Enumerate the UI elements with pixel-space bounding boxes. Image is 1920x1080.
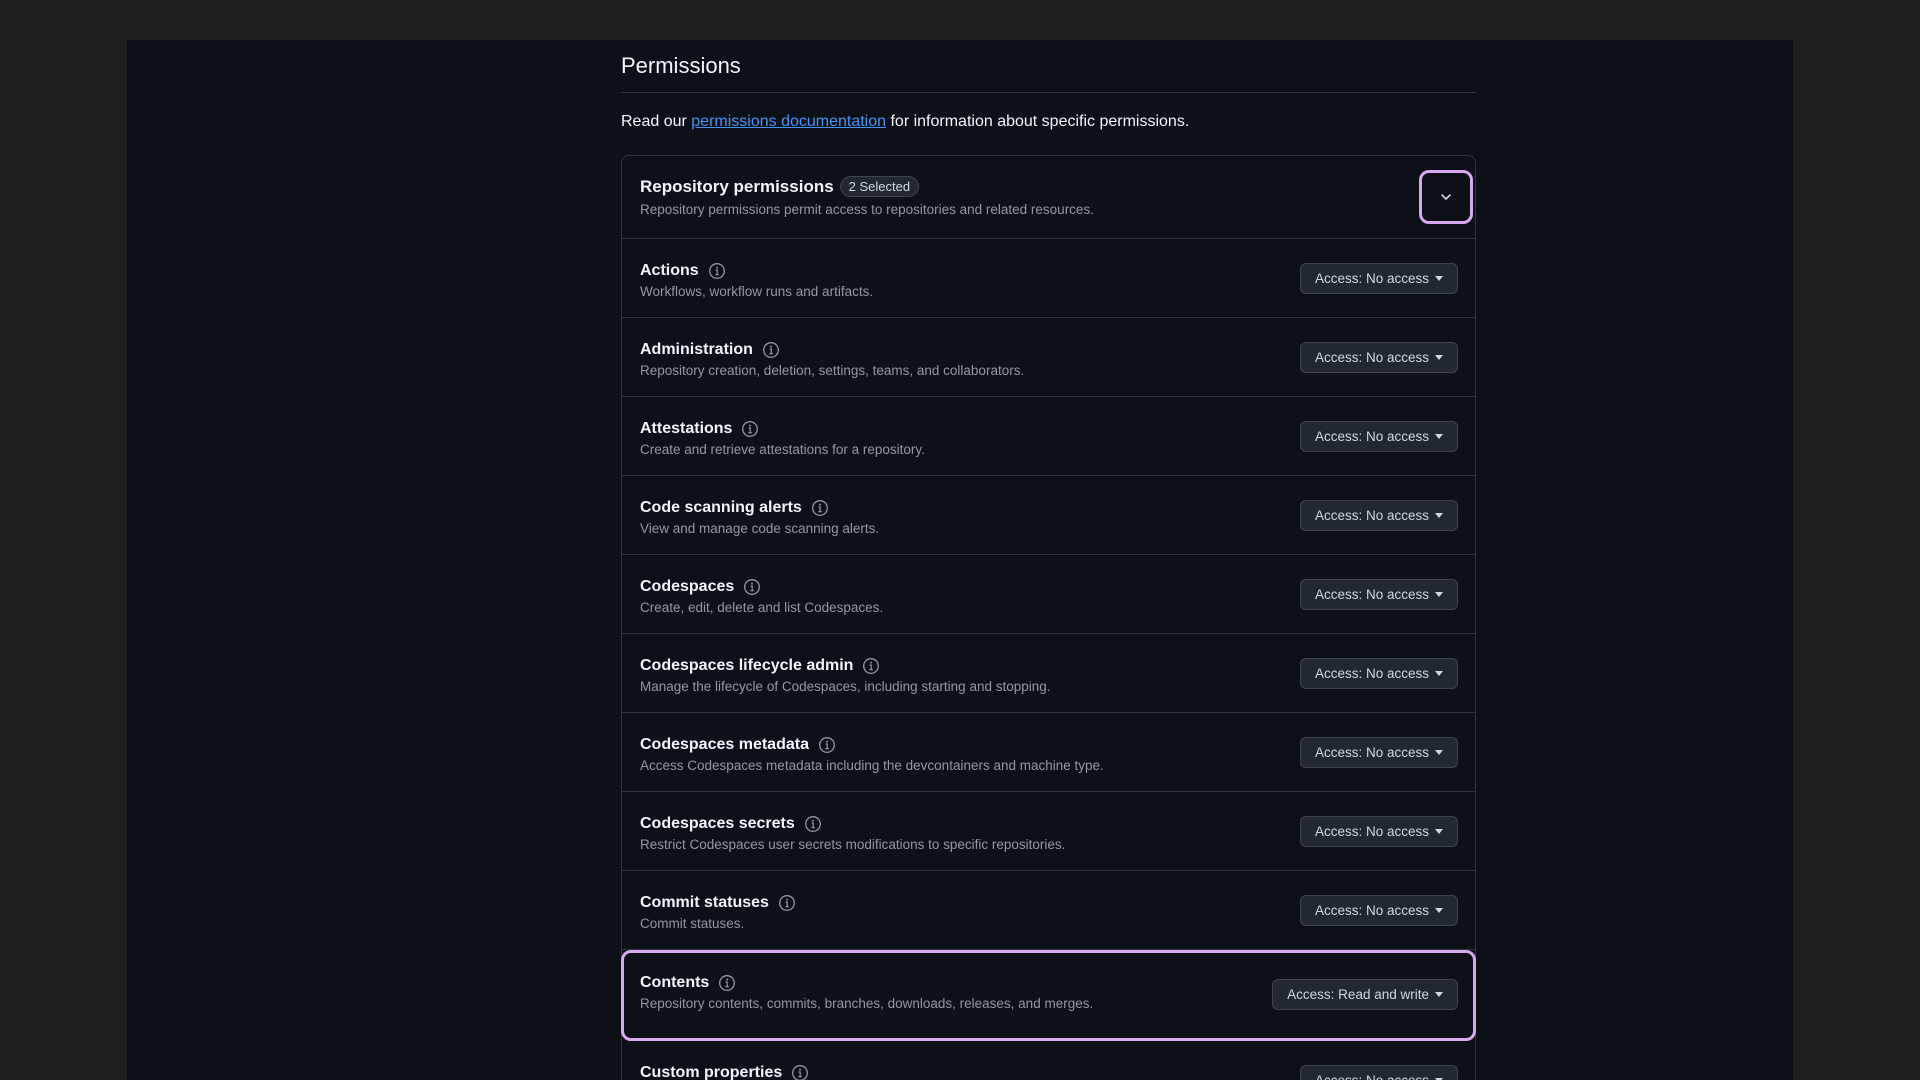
caret-down-icon <box>1435 592 1443 597</box>
permission-name: Custom properties <box>640 1064 783 1080</box>
info-icon[interactable] <box>818 736 836 754</box>
access-level-label: Access: Read and write <box>1287 987 1429 1002</box>
intro-suffix: for information about specific permissio… <box>886 113 1190 130</box>
permission-row: Codespaces secrets Restrict Codespaces us… <box>622 792 1475 871</box>
permission-row: Attestations Create and retrieve attestat… <box>622 397 1475 476</box>
intro-text: Read our permissions documentation for i… <box>621 113 1476 135</box>
permission-row: Custom properties Access: No access <box>622 1041 1475 1080</box>
info-icon[interactable] <box>718 974 736 992</box>
info-icon[interactable] <box>743 578 761 596</box>
access-level-label: Access: No access <box>1314 745 1429 760</box>
caret-down-icon <box>1435 750 1443 755</box>
app-screen: Permissions Read our permissions documen… <box>127 40 1793 1080</box>
permission-row: Codespaces lifecycle admin Manage the lif… <box>622 634 1475 713</box>
chevron-down-icon <box>1441 194 1451 200</box>
permission-row: Codespaces metadata Access Codespaces met… <box>622 713 1475 792</box>
repository-permissions-header: Repository permissions 2 Selected Reposi… <box>622 156 1475 239</box>
caret-down-icon <box>1435 434 1443 439</box>
access-level-label: Access: No access <box>1315 1073 1429 1080</box>
access-level-label: Access: No access <box>1314 429 1429 444</box>
permission-name: Codespaces secrets <box>640 815 795 832</box>
access-level-dropdown[interactable]: Access: No access <box>1299 895 1458 926</box>
repository-permissions-title: Repository permissions <box>640 176 834 196</box>
permission-row: Administration Repository creation, delet… <box>622 318 1475 397</box>
caret-down-icon <box>1435 276 1443 281</box>
caret-down-icon <box>1435 671 1443 676</box>
access-level-dropdown[interactable]: Access: No access <box>1299 263 1458 294</box>
access-level-label: Access: No access <box>1314 903 1429 918</box>
access-level-label: Access: No access <box>1314 350 1429 365</box>
permission-name: Contents <box>640 974 710 991</box>
selected-count-badge: 2 Selected <box>839 176 920 197</box>
permission-list: Actions Workflows, workflow runs and arti… <box>621 239 1476 1080</box>
access-level-label: Access: No access <box>1314 508 1429 523</box>
access-level-label: Access: No access <box>1314 587 1429 602</box>
info-icon[interactable] <box>804 815 822 833</box>
access-level-dropdown[interactable]: Access: No access <box>1299 342 1458 373</box>
permission-name: Code scanning alerts <box>640 499 802 516</box>
info-icon[interactable] <box>741 420 759 438</box>
intro-prefix: Read our <box>621 113 692 130</box>
permissions-documentation-link[interactable]: permissions documentation <box>691 113 886 130</box>
permission-row: Code scanning alerts View and manage code… <box>622 476 1475 555</box>
permission-name: Codespaces <box>640 578 735 595</box>
caret-down-icon <box>1435 355 1443 360</box>
device-frame: Permissions Read our permissions documen… <box>0 0 1920 1080</box>
access-level-dropdown[interactable]: Access: No access <box>1299 1065 1458 1080</box>
permission-name: Commit statuses <box>640 894 769 911</box>
permission-name: Attestations <box>640 420 733 437</box>
access-level-dropdown[interactable]: Access: No access <box>1299 816 1458 847</box>
access-level-label: Access: No access <box>1314 824 1429 839</box>
access-level-dropdown[interactable]: Access: No access <box>1299 579 1458 610</box>
caret-down-icon <box>1435 908 1443 913</box>
access-level-dropdown[interactable]: Access: No access <box>1299 500 1458 531</box>
permission-row: Contents Repository contents, commits, br… <box>621 950 1476 1041</box>
caret-down-icon <box>1435 829 1443 834</box>
info-icon[interactable] <box>791 1064 809 1080</box>
info-icon[interactable] <box>762 341 780 359</box>
permission-name: Codespaces lifecycle admin <box>640 657 854 674</box>
access-level-dropdown[interactable]: Access: Read and write <box>1272 979 1458 1010</box>
permissions-section: Permissions Read our permissions documen… <box>621 40 1476 1080</box>
caret-down-icon <box>1435 513 1443 518</box>
permission-name: Codespaces metadata <box>640 736 809 753</box>
access-level-dropdown[interactable]: Access: No access <box>1299 658 1458 689</box>
access-level-dropdown[interactable]: Access: No access <box>1299 737 1458 768</box>
info-icon[interactable] <box>811 499 829 517</box>
caret-down-icon <box>1435 992 1443 997</box>
access-level-label: Access: No access <box>1314 666 1429 681</box>
info-icon[interactable] <box>862 657 880 675</box>
page-title: Permissions <box>621 40 1476 93</box>
permission-row: Codespaces Create, edit, delete and list … <box>622 555 1475 634</box>
access-level-label: Access: No access <box>1314 271 1429 286</box>
repository-permissions-box: Repository permissions 2 Selected Reposi… <box>621 155 1476 1080</box>
collapse-toggle-button[interactable] <box>1419 170 1473 224</box>
access-level-dropdown[interactable]: Access: No access <box>1299 421 1458 452</box>
info-icon[interactable] <box>708 262 726 280</box>
permission-name: Administration <box>640 341 753 358</box>
header-title-line: Repository permissions 2 Selected <box>640 176 1457 197</box>
info-icon[interactable] <box>778 894 796 912</box>
repository-permissions-description: Repository permissions permit access to … <box>640 202 1094 217</box>
permission-row: Commit statuses Commit statuses. Access: N… <box>622 871 1475 950</box>
permission-name: Actions <box>640 262 699 279</box>
permission-row: Actions Workflows, workflow runs and arti… <box>622 239 1475 318</box>
